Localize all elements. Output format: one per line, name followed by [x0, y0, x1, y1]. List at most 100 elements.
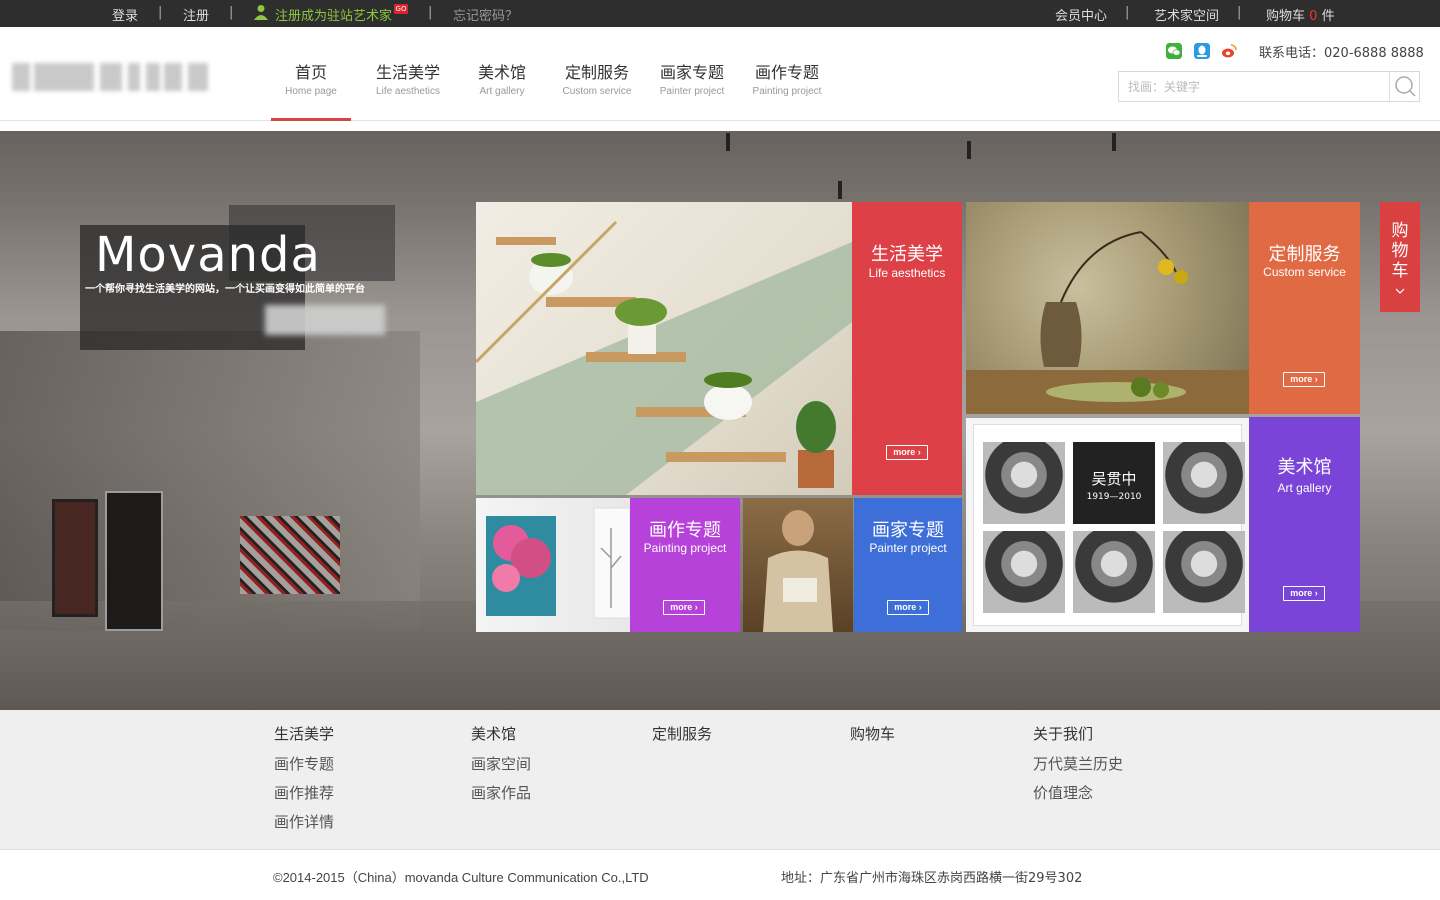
nav-label: 定制服务 — [564, 63, 629, 82]
person-icon — [254, 5, 268, 20]
nav-label: 生活美学 — [375, 63, 440, 82]
copyright-text: ©2014-2015（China）movanda Culture Communi… — [273, 870, 649, 885]
floating-cart-tab[interactable]: 购 物 车 — [1380, 202, 1420, 312]
footer-link[interactable]: 画作详情 — [274, 812, 334, 841]
search-button[interactable] — [1389, 72, 1419, 101]
painter-name: 吴贯中 — [1091, 470, 1137, 488]
more-button[interactable]: more › — [887, 600, 929, 615]
footer-column-about: 关于我们 万代莫兰历史 价值理念 — [1033, 724, 1123, 812]
nav-label: 画作专题 — [754, 63, 819, 82]
artist-space-link[interactable]: 艺术家空间 — [1154, 5, 1219, 24]
more-button[interactable]: more › — [1283, 372, 1325, 387]
tile-life-aesthetics[interactable]: 生活美学 Life aesthetics more › — [852, 202, 962, 495]
portrait-name-card[interactable]: 吴贯中 1919—2010 — [1073, 442, 1155, 524]
tile-subtitle: Painting project — [643, 541, 727, 555]
weibo-icon[interactable] — [1221, 43, 1237, 59]
footer-bottom: ©2014-2015（China）movanda Culture Communi… — [0, 849, 1440, 900]
qq-icon[interactable] — [1194, 43, 1210, 59]
portrait-photo[interactable] — [1073, 531, 1155, 613]
login-link[interactable]: 登录 — [112, 5, 138, 24]
footer-column-custom: 定制服务 — [652, 724, 712, 754]
tile-title: 生活美学 — [871, 244, 943, 265]
footer-link[interactable]: 画作推荐 — [274, 783, 334, 812]
top-bar: 登录 | 注册 | 注册成为驻站艺术家 GO | 忘记密码？ 会员中心 | 艺术… — [0, 0, 1440, 27]
staircase-photo[interactable] — [476, 202, 852, 495]
register-artist-link[interactable]: 注册成为驻站艺术家 — [275, 5, 392, 24]
staircase-illustration — [476, 220, 852, 495]
divider: | — [1125, 5, 1130, 20]
portrait-photo[interactable] — [983, 531, 1065, 613]
search-icon — [1395, 76, 1416, 97]
phone-number: 联系电话：020-6888 8888 — [1259, 46, 1424, 61]
footer-column-gallery: 美术馆 画家空间 画家作品 — [471, 724, 531, 812]
tile-title: 画家专题 — [872, 520, 944, 541]
footer-link[interactable]: 画家空间 — [471, 754, 531, 783]
hero-banner: Movanda 一个帮你寻找生活美学的网站，一个让买画变得如此简单的平台 生活美… — [0, 131, 1440, 710]
footer-heading[interactable]: 定制服务 — [652, 724, 712, 754]
nav-sublabel: Custom service — [562, 86, 632, 97]
brand-name: Movanda — [95, 227, 321, 283]
footer-link[interactable]: 价值理念 — [1033, 783, 1123, 812]
gallery-room-photo[interactable] — [476, 498, 630, 632]
footer-column-cart: 购物车 — [850, 724, 895, 754]
tile-painting-project[interactable]: 画作专题 Painting project more › — [630, 498, 740, 632]
tile-art-gallery[interactable]: 美术馆 Art gallery more › — [1249, 417, 1360, 632]
divider: | — [1237, 5, 1242, 20]
painter-illustration — [763, 510, 833, 632]
register-link[interactable]: 注册 — [183, 5, 209, 24]
logo[interactable] — [12, 63, 210, 91]
chevron-down-icon — [1395, 288, 1405, 294]
nav-active-indicator — [271, 118, 351, 121]
portrait-photo[interactable] — [983, 442, 1065, 524]
cart-link[interactable]: 购物车 0 件 — [1266, 5, 1335, 24]
footer-heading[interactable]: 购物车 — [850, 724, 895, 754]
footer-link[interactable]: 画作专题 — [274, 754, 334, 783]
footer-heading[interactable]: 关于我们 — [1033, 724, 1123, 754]
painter-years: 1919—2010 — [1086, 492, 1142, 502]
footer-link[interactable]: 万代莫兰历史 — [1033, 754, 1123, 783]
nav-painter-project[interactable]: 画家专题 Painter project — [650, 59, 734, 97]
painter-photo[interactable] — [743, 498, 853, 632]
footer-column-life: 生活美学 画作专题 画作推荐 画作详情 — [274, 724, 334, 841]
search-input[interactable] — [1119, 72, 1389, 101]
tile-painter-project[interactable]: 画家专题 Painter project more › — [854, 498, 962, 632]
nav-label: 画家专题 — [659, 63, 724, 82]
header: 首页 Home page 生活美学 Life aesthetics 美术馆 Ar… — [0, 27, 1440, 121]
divider: | — [428, 5, 433, 20]
nav-label: 美术馆 — [477, 63, 526, 82]
nav-home[interactable]: 首页 Home page — [271, 59, 351, 97]
nav-sublabel: Art gallery — [479, 86, 525, 97]
nav-label: 首页 — [294, 63, 327, 82]
more-button[interactable]: more › — [1283, 586, 1325, 601]
footer-link[interactable]: 画家作品 — [471, 783, 531, 812]
member-center-link[interactable]: 会员中心 — [1055, 5, 1107, 24]
more-button[interactable]: more › — [663, 600, 705, 615]
tile-title: 画作专题 — [649, 520, 721, 541]
nav-sublabel: Painting project — [752, 86, 822, 97]
go-badge[interactable]: GO — [394, 4, 408, 14]
forgot-password-link[interactable]: 忘记密码？ — [453, 5, 518, 24]
tile-custom-service[interactable]: 定制服务 Custom service more › — [1249, 202, 1360, 414]
nav-sublabel: Life aesthetics — [376, 86, 440, 97]
cart-unit: 件 — [1321, 9, 1335, 24]
portrait-grid[interactable]: 吴贯中 1919—2010 — [966, 418, 1249, 632]
more-button[interactable]: more › — [886, 445, 928, 460]
nav-sublabel: Painter project — [659, 86, 725, 97]
footer-nav: 生活美学 画作专题 画作推荐 画作详情 美术馆 画家空间 画家作品 定制服务 购… — [0, 710, 1440, 849]
footer-heading[interactable]: 生活美学 — [274, 724, 334, 754]
vase-illustration — [966, 231, 1249, 414]
vase-photo[interactable] — [966, 202, 1249, 414]
nav-art-gallery[interactable]: 美术馆 Art gallery — [462, 59, 542, 97]
cart-tab-char: 车 — [1391, 261, 1409, 281]
tile-subtitle: Painter project — [869, 541, 947, 555]
nav-life-aesthetics[interactable]: 生活美学 Life aesthetics — [365, 59, 451, 97]
nav-painting-project[interactable]: 画作专题 Painting project — [744, 59, 830, 97]
portrait-photo[interactable] — [1163, 442, 1245, 524]
address-text: 地址：广东省广州市海珠区赤岗西路横一街29号302 — [781, 871, 1083, 886]
nav-sublabel: Home page — [285, 86, 337, 97]
wechat-icon[interactable] — [1166, 43, 1182, 59]
nav-custom-service[interactable]: 定制服务 Custom service — [555, 59, 639, 97]
divider: | — [158, 5, 163, 20]
footer-heading[interactable]: 美术馆 — [471, 724, 531, 754]
portrait-photo[interactable] — [1163, 531, 1245, 613]
